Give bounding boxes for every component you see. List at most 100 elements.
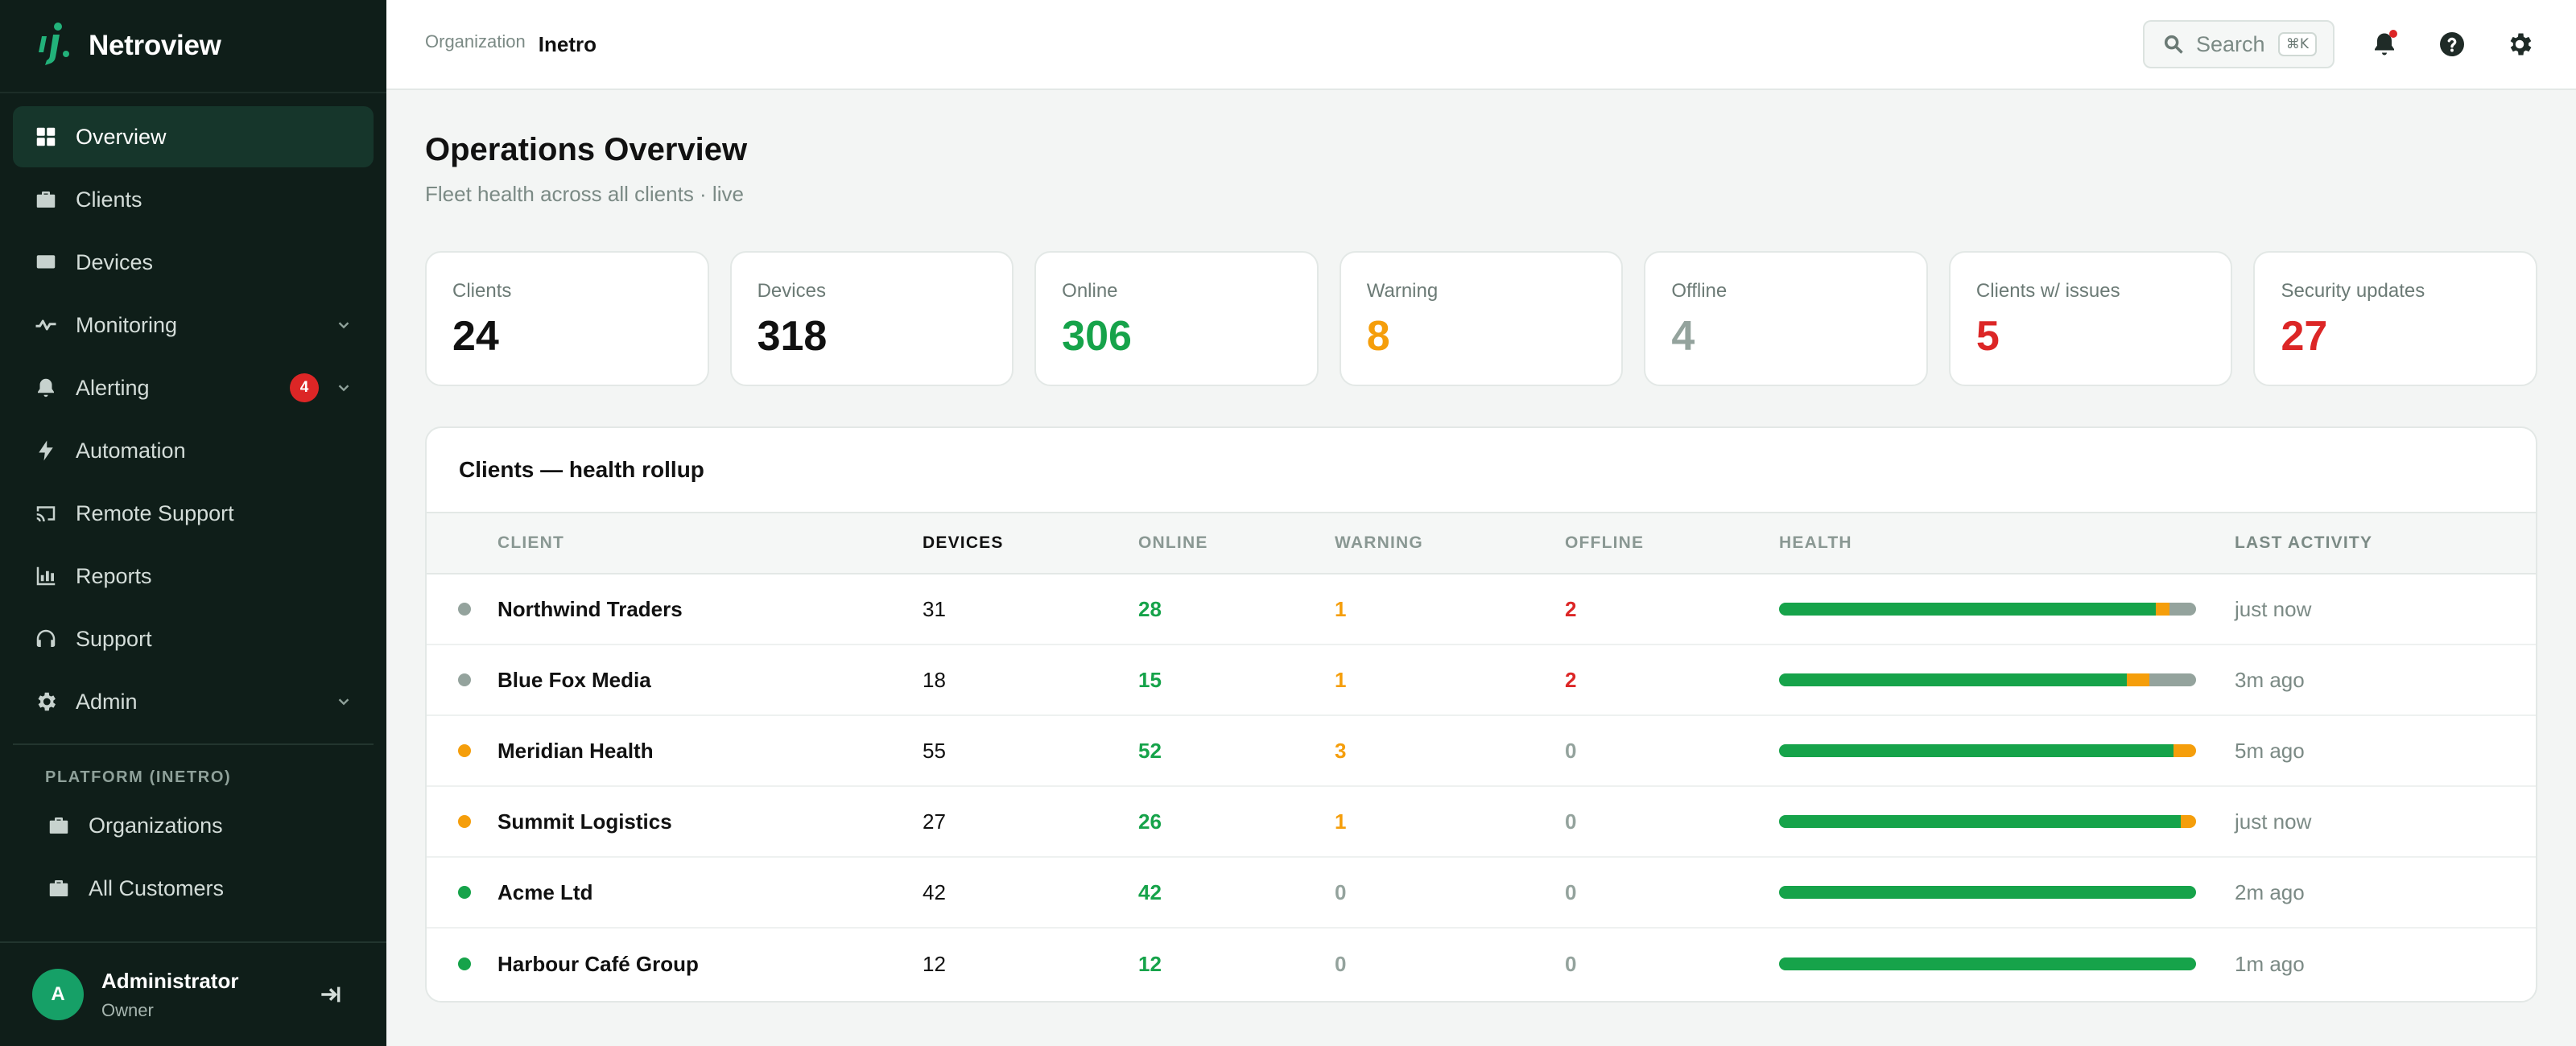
brand[interactable]: Netroview: [0, 0, 386, 93]
stat-card-clients[interactable]: Clients 24: [425, 251, 709, 386]
warning-count: 3: [1335, 738, 1347, 763]
client-name[interactable]: Summit Logistics: [497, 809, 923, 834]
offline-count: 0: [1565, 809, 1577, 834]
stat-card-warning[interactable]: Warning 8: [1339, 251, 1624, 386]
client-name[interactable]: Harbour Café Group: [497, 952, 923, 977]
sidebar-item-alerting[interactable]: Alerting 4: [13, 357, 374, 418]
status-dot: [458, 957, 471, 970]
devices-count: 42: [923, 879, 946, 904]
offline-count: 0: [1565, 951, 1577, 976]
online-count: 42: [1138, 879, 1162, 904]
last-activity: 2m ago: [2235, 879, 2305, 904]
sidebar-item-remote-support[interactable]: Remote Support: [13, 483, 374, 544]
stat-value: 318: [757, 313, 828, 360]
organization-selector[interactable]: Inetro: [539, 32, 597, 57]
search-input[interactable]: Search: [2196, 32, 2278, 57]
health-bar: [1779, 815, 2196, 828]
table-row[interactable]: Meridian Health 55 52 3 0 5m ago: [427, 716, 2536, 787]
health-cell: [1779, 673, 2235, 686]
grid-icon: [34, 125, 58, 149]
notifications-bell-icon[interactable]: [2367, 27, 2402, 62]
offline-count: 0: [1565, 738, 1577, 763]
bolt-icon: [34, 439, 58, 463]
health-cell: [1779, 957, 2235, 970]
stat-value: 4: [1671, 313, 1695, 360]
avatar[interactable]: A: [32, 969, 84, 1020]
online-count: 52: [1138, 738, 1162, 763]
warning-count: 1: [1335, 809, 1347, 834]
status-dot: [458, 886, 471, 899]
sidebar-item-support[interactable]: Support: [13, 608, 374, 669]
stat-card-clients-with-issues[interactable]: Clients w/ issues 5: [1948, 251, 2233, 386]
chevron-down-icon[interactable]: [335, 693, 353, 710]
sidebar-item-label: Organizations: [89, 813, 223, 838]
page-subtitle: Fleet health across all clients · live: [425, 182, 744, 206]
brand-name: Netroview: [89, 30, 221, 61]
health-cell: [1779, 744, 2235, 757]
sidebar-item-admin[interactable]: Admin: [13, 671, 374, 732]
health-bar: [1779, 673, 2196, 686]
last-activity: just now: [2235, 596, 2312, 621]
sidebar-item-partial[interactable]: [13, 920, 374, 940]
devices-count: 18: [923, 667, 946, 692]
stat-card-devices[interactable]: Devices 318: [729, 251, 1014, 386]
health-segment-online: [1779, 886, 2196, 899]
column-header-last-activity[interactable]: LAST ACTIVITY: [2235, 533, 2536, 553]
column-header-devices[interactable]: DEVICES: [923, 533, 1138, 553]
status-cell: [427, 673, 497, 686]
last-activity: 1m ago: [2235, 951, 2305, 976]
health-cell: [1779, 815, 2235, 828]
settings-gear-icon[interactable]: [2502, 27, 2537, 62]
chevron-down-icon[interactable]: [335, 379, 353, 397]
stat-card-security-updates[interactable]: Security updates 27: [2253, 251, 2538, 386]
user-role: Owner: [101, 999, 154, 1020]
sidebar-item-reports[interactable]: Reports: [13, 546, 374, 607]
status-dot: [458, 603, 471, 616]
sidebar-item-organizations[interactable]: Organizations: [13, 795, 374, 856]
sidebar: Netroview Overview Clients Devices Monit…: [0, 0, 386, 1046]
status-cell: [427, 744, 497, 757]
client-name[interactable]: Northwind Traders: [497, 597, 923, 622]
table-row[interactable]: Summit Logistics 27 26 1 0 just now: [427, 787, 2536, 858]
column-header-client[interactable]: CLIENT: [497, 533, 923, 553]
column-header-offline[interactable]: OFFLINE: [1565, 533, 1779, 553]
sidebar-item-automation[interactable]: Automation: [13, 420, 374, 481]
stat-card-offline[interactable]: Offline 4: [1644, 251, 1928, 386]
table-body: Northwind Traders 31 28 1 2 just now Blue Fox …: [427, 574, 2536, 999]
table-row[interactable]: Northwind Traders 31 28 1 2 just now: [427, 574, 2536, 645]
stat-card-online[interactable]: Online 306: [1034, 251, 1319, 386]
stat-value: 24: [452, 313, 499, 360]
sidebar-item-label: All Customers: [89, 875, 225, 900]
stat-label: Warning: [1366, 280, 1439, 302]
sidebar-item-label: Clients: [76, 187, 142, 212]
offline-count: 0: [1565, 879, 1577, 904]
warning-count: 1: [1335, 667, 1347, 692]
chevron-down-icon[interactable]: [335, 316, 353, 334]
stat-label: Security updates: [2281, 280, 2425, 302]
stat-label: Clients w/ issues: [1975, 280, 2120, 302]
status-dot: [458, 744, 471, 757]
logout-icon[interactable]: [314, 978, 346, 1011]
health-segment-warning: [2180, 815, 2196, 828]
client-name[interactable]: Meridian Health: [497, 739, 923, 764]
table-row[interactable]: Harbour Café Group 12 12 0 0 1m ago: [427, 929, 2536, 999]
search-box[interactable]: Search ⌘K: [2143, 20, 2334, 68]
help-icon[interactable]: [2434, 27, 2470, 62]
sidebar-item-devices[interactable]: Devices: [13, 232, 374, 293]
health-segment-warning: [2155, 603, 2169, 616]
client-name[interactable]: Acme Ltd: [497, 880, 923, 905]
health-cell: [1779, 603, 2235, 616]
health-bar: [1779, 744, 2196, 757]
table-row[interactable]: Acme Ltd 42 42 0 0 2m ago: [427, 858, 2536, 929]
sidebar-item-clients[interactable]: Clients: [13, 169, 374, 230]
sidebar-item-overview[interactable]: Overview: [13, 106, 374, 167]
column-header-online[interactable]: ONLINE: [1138, 533, 1335, 553]
client-name[interactable]: Blue Fox Media: [497, 668, 923, 693]
table-row[interactable]: Blue Fox Media 18 15 1 2 3m ago: [427, 645, 2536, 716]
sidebar-item-all-customers[interactable]: All Customers: [13, 858, 374, 919]
sidebar-item-label: Devices: [76, 249, 154, 274]
devices-count: 55: [923, 738, 946, 763]
stat-label: Clients: [452, 280, 512, 302]
sidebar-item-monitoring[interactable]: Monitoring: [13, 294, 374, 356]
column-header-warning[interactable]: WARNING: [1335, 533, 1565, 553]
